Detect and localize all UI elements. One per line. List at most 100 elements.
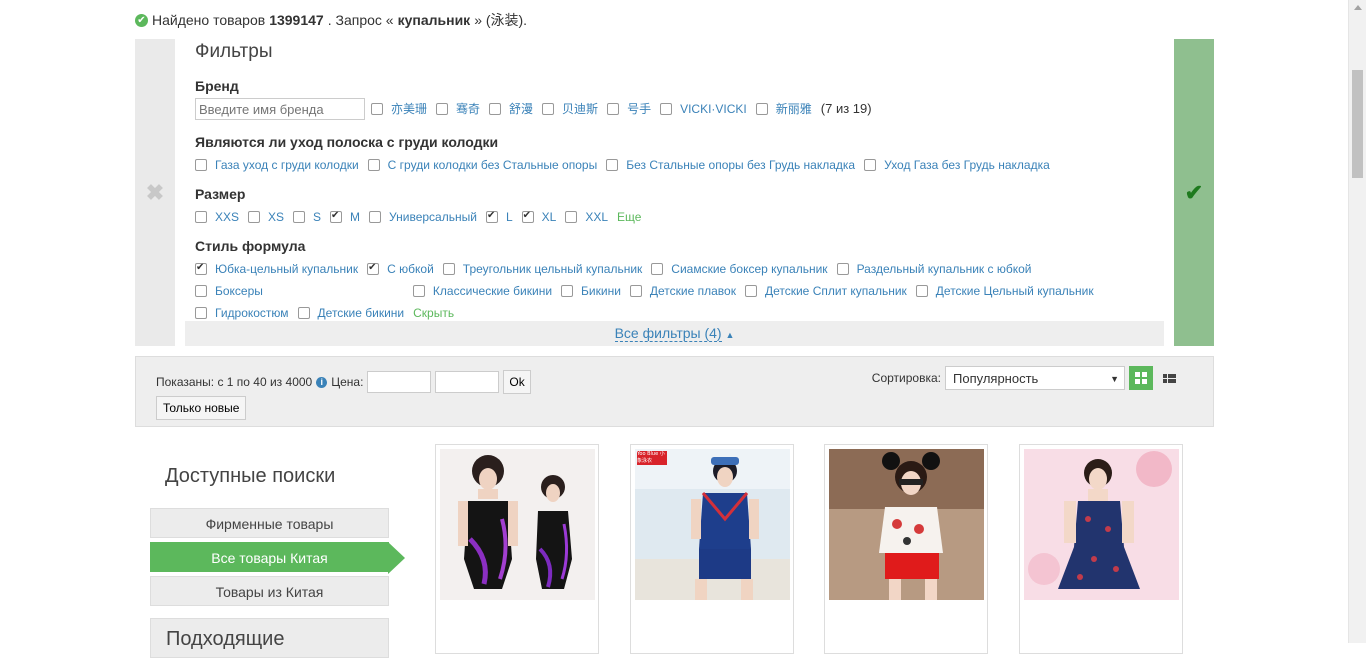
size-option[interactable]: M — [330, 206, 360, 228]
grid-view-button[interactable] — [1129, 366, 1153, 390]
checkbox[interactable] — [755, 103, 768, 115]
product-card[interactable] — [824, 444, 988, 654]
style-option[interactable]: Классические бикини — [412, 280, 552, 302]
size-option[interactable]: Универсальный — [369, 206, 477, 228]
option-label[interactable]: С юбкой — [387, 258, 434, 280]
sidebar-item-from-china[interactable]: Товары из Китая — [150, 576, 389, 606]
list-view-button[interactable] — [1157, 366, 1181, 390]
checkbox[interactable] — [412, 285, 425, 297]
new-only-button[interactable]: Только новые — [156, 396, 247, 420]
size-option[interactable]: XXL — [565, 206, 608, 228]
option-label[interactable]: XXS — [215, 206, 239, 228]
padding-option[interactable]: С груди колодки без Стальные опоры — [367, 154, 598, 176]
size-option[interactable]: XS — [248, 206, 284, 228]
option-label[interactable]: XXL — [585, 206, 608, 228]
checkbox[interactable] — [195, 285, 207, 297]
checkbox[interactable] — [195, 211, 207, 223]
all-filters-toggle[interactable]: Все фильтры (4) ▲ — [185, 321, 1164, 346]
size-option[interactable]: L — [485, 206, 513, 228]
option-label[interactable]: С груди колодки без Стальные опоры — [388, 154, 598, 176]
sort-select[interactable]: Популярность ▼ — [945, 366, 1125, 390]
style-option[interactable]: С юбкой — [367, 258, 434, 280]
checkbox[interactable] — [744, 285, 757, 297]
checkbox[interactable] — [297, 307, 310, 319]
brand-option[interactable]: 亦美珊 — [371, 98, 427, 120]
checkbox[interactable] — [542, 103, 555, 115]
checkbox[interactable] — [485, 211, 498, 223]
option-label[interactable]: Раздельный купальник с юбкой — [857, 258, 1032, 280]
checkbox[interactable] — [436, 103, 449, 115]
checkbox[interactable] — [195, 263, 207, 275]
info-icon[interactable]: i — [316, 376, 328, 388]
checkbox[interactable] — [489, 103, 502, 115]
product-card[interactable] — [435, 444, 599, 654]
size-more-link[interactable]: Еще — [617, 206, 641, 228]
option-label[interactable]: 号手 — [627, 98, 651, 120]
size-option[interactable]: XXS — [195, 206, 239, 228]
option-label[interactable]: 贝迪斯 — [562, 98, 598, 120]
product-image[interactable] — [1024, 449, 1179, 600]
product-card[interactable]: Yoo Blue 小象泳衣 — [630, 444, 794, 654]
page-scrollbar[interactable] — [1348, 0, 1366, 643]
checkbox[interactable] — [606, 159, 619, 171]
padding-option[interactable]: Уход Газа без Грудь накладка — [864, 154, 1050, 176]
reset-filters-button[interactable]: ✖ — [135, 39, 175, 346]
style-option[interactable]: Боксеры — [195, 280, 263, 302]
size-option[interactable]: S — [293, 206, 321, 228]
brand-search-input[interactable] — [195, 98, 365, 120]
option-label[interactable]: Уход Газа без Грудь накладка — [884, 154, 1050, 176]
brand-option[interactable]: 舒漫 — [489, 98, 533, 120]
checkbox[interactable] — [293, 211, 306, 223]
checkbox[interactable] — [864, 159, 877, 171]
padding-option[interactable]: Без Стальные опоры без Грудь накладка — [606, 154, 855, 176]
product-card[interactable] — [1019, 444, 1183, 654]
option-label[interactable]: Сиамские боксер купальник — [671, 258, 827, 280]
checkbox[interactable] — [651, 263, 664, 275]
option-label[interactable]: 新丽雅 — [776, 98, 812, 120]
option-label[interactable]: VICKI·VICKI — [680, 98, 747, 120]
option-label[interactable]: XS — [268, 206, 284, 228]
style-option[interactable]: Сиамские боксер купальник — [651, 258, 828, 280]
scroll-up-icon[interactable] — [1354, 5, 1362, 10]
checkbox[interactable] — [442, 263, 455, 275]
checkbox[interactable] — [371, 103, 383, 115]
checkbox[interactable] — [195, 159, 207, 171]
checkbox[interactable] — [248, 211, 261, 223]
checkbox[interactable] — [836, 263, 849, 275]
option-label[interactable]: Треугольник цельный купальник — [463, 258, 643, 280]
option-label[interactable]: Юбка-цельный купальник — [215, 258, 358, 280]
scrollbar-thumb[interactable] — [1352, 70, 1363, 178]
checkbox[interactable] — [195, 307, 207, 319]
option-label[interactable]: XL — [542, 206, 557, 228]
option-label[interactable]: Классические бикини — [433, 280, 552, 302]
brand-option[interactable]: 新丽雅 — [755, 98, 812, 120]
checkbox[interactable] — [369, 211, 382, 223]
option-label[interactable]: L — [506, 206, 513, 228]
option-label[interactable]: Детские Цельный купальник — [936, 280, 1094, 302]
option-label[interactable]: Бикини — [581, 280, 621, 302]
padding-option[interactable]: Газа уход с груди колодки — [195, 154, 359, 176]
checkbox[interactable] — [565, 211, 578, 223]
price-max-input[interactable] — [435, 371, 500, 393]
brand-option[interactable]: 贝迪斯 — [542, 98, 598, 120]
size-option[interactable]: XL — [521, 206, 557, 228]
style-option[interactable]: Детские плавок — [629, 280, 736, 302]
option-label[interactable]: Универсальный — [389, 206, 477, 228]
checkbox[interactable] — [561, 285, 574, 297]
option-label[interactable]: Детские плавок — [650, 280, 736, 302]
option-label[interactable]: Без Стальные опоры без Грудь накладка — [626, 154, 855, 176]
product-image[interactable]: Yoo Blue 小象泳衣 — [635, 449, 790, 600]
product-image[interactable] — [829, 449, 984, 600]
checkbox[interactable] — [660, 103, 673, 115]
option-label[interactable]: 骞奇 — [456, 98, 480, 120]
sidebar-item-all-china[interactable]: Все товары Китая — [150, 542, 405, 574]
price-ok-button[interactable]: Ok — [503, 370, 531, 394]
style-option[interactable]: Раздельный купальник с юбкой — [836, 258, 1032, 280]
checkbox[interactable] — [629, 285, 642, 297]
style-option[interactable]: Детские Цельный купальник — [915, 280, 1094, 302]
option-label[interactable]: Боксеры — [215, 280, 263, 302]
checkbox[interactable] — [367, 159, 380, 171]
style-option[interactable]: Детские Сплит купальник — [744, 280, 907, 302]
product-image[interactable] — [440, 449, 595, 600]
checkbox[interactable] — [330, 211, 343, 223]
